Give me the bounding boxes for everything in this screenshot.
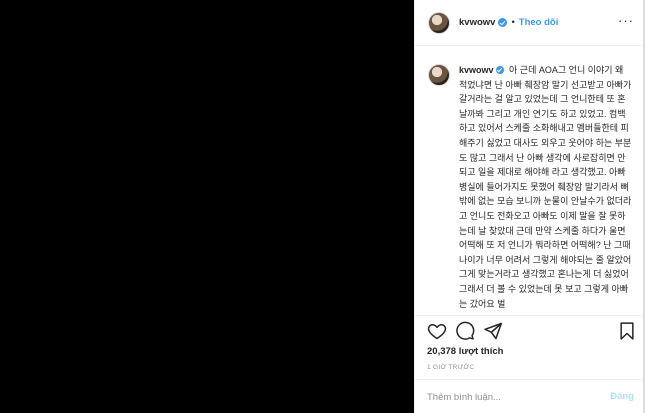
action-icons bbox=[427, 321, 637, 345]
caption-avatar[interactable] bbox=[428, 64, 450, 86]
verified-badge-icon bbox=[495, 66, 504, 74]
comment-input[interactable] bbox=[427, 388, 597, 406]
avatar[interactable] bbox=[428, 11, 450, 34]
caption: kvwowv 아 근데 AOA그 언니 이야기 왜 적었냐면 난 아빠 췌장암 … bbox=[459, 63, 632, 311]
post-side-panel: kvwowv • Theo dõi ··· kvwowv 아 근데 AOA그 언… bbox=[414, 0, 644, 413]
caption-row: kvwowv 아 근데 AOA그 언니 이야기 왜 적었냐면 난 아빠 췌장암 … bbox=[428, 63, 632, 311]
separator-dot: • bbox=[511, 17, 515, 28]
heart-icon[interactable] bbox=[427, 321, 447, 341]
caption-text: 아 근데 AOA그 언니 이야기 왜 적었냐면 난 아빠 췌장암 말기 선고받고… bbox=[459, 65, 632, 309]
username-link[interactable]: kvwowv bbox=[459, 17, 495, 28]
share-icon[interactable] bbox=[483, 321, 503, 341]
post-media[interactable] bbox=[0, 0, 414, 413]
comment-bar: Đăng bbox=[415, 379, 644, 413]
verified-badge-icon bbox=[498, 18, 508, 27]
comment-icon[interactable] bbox=[455, 321, 475, 341]
follow-button[interactable]: Theo dõi bbox=[519, 17, 559, 28]
caption-area[interactable]: kvwowv 아 근데 AOA그 언니 이야기 왜 적었냐면 난 아빠 췌장암 … bbox=[415, 47, 644, 315]
post-actions: 20,378 lượt thích 1 GIỜ TRƯỚC Đăng bbox=[415, 315, 644, 413]
post-timestamp[interactable]: 1 GIỜ TRƯỚC bbox=[427, 364, 474, 371]
instagram-post-modal: kvwowv • Theo dõi ··· kvwowv 아 근데 AOA그 언… bbox=[0, 0, 645, 413]
post-comment-button[interactable]: Đăng bbox=[610, 391, 634, 402]
likes-count[interactable]: 20,378 lượt thích bbox=[427, 346, 503, 357]
more-options-icon[interactable]: ··· bbox=[618, 14, 634, 27]
caption-username-link[interactable]: kvwowv bbox=[459, 65, 494, 75]
bookmark-icon[interactable] bbox=[617, 321, 637, 341]
post-header: kvwowv • Theo dõi ··· bbox=[415, 0, 644, 46]
